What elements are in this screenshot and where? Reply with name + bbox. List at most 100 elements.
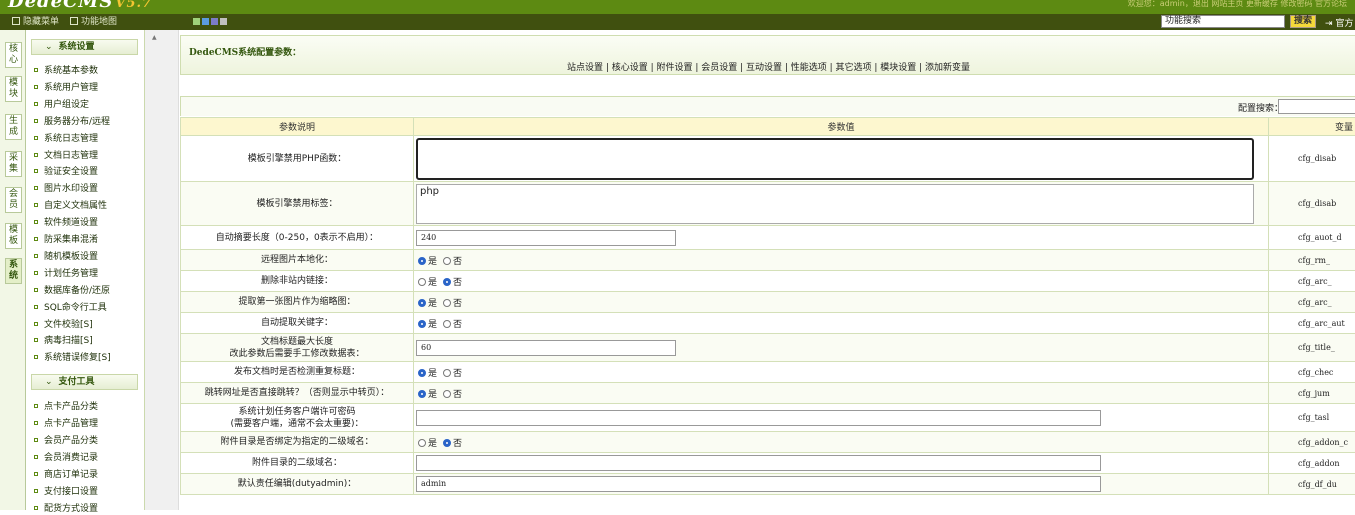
param-value: 是否 <box>414 271 1269 292</box>
bullet-icon <box>34 119 38 123</box>
sidebar-item[interactable]: 文档日志管理 <box>34 150 98 162</box>
sidebar-item[interactable]: 配货方式设置 <box>34 503 98 515</box>
sidebar-item[interactable]: 系统错误修复[S] <box>34 352 111 364</box>
param-label: 模板引擎禁用PHP函数： <box>181 136 414 182</box>
collapse-icon[interactable]: ▲ <box>152 34 157 41</box>
hide-menu-button[interactable]: 隐藏菜单 <box>12 16 59 28</box>
config-text-input[interactable]: admin <box>416 476 1101 492</box>
bullet-icon <box>34 338 38 342</box>
config-row: 模板引擎禁用PHP函数：cfg_disab <box>181 136 1355 182</box>
sidebar-item[interactable]: 文件校验[S] <box>34 319 93 331</box>
radio-yes[interactable] <box>418 390 426 398</box>
radio-no[interactable] <box>443 299 451 307</box>
sidebar-item[interactable]: 会员消费记录 <box>34 452 98 464</box>
param-variable: cfg_chec <box>1269 362 1355 383</box>
config-search-input[interactable] <box>1278 99 1355 114</box>
vtab-3[interactable]: 采集 <box>5 151 22 177</box>
bullet-icon <box>34 421 38 425</box>
radio-no[interactable] <box>443 278 451 286</box>
sidebar-item[interactable]: 防采集串混淆 <box>34 234 98 246</box>
sidebar-item[interactable]: 点卡产品管理 <box>34 418 98 430</box>
radio-yes[interactable] <box>418 257 426 265</box>
sidebar-item[interactable]: 系统基本参数 <box>34 65 98 77</box>
sidebar-splitter[interactable]: ▲ <box>145 30 179 510</box>
sidebar-item[interactable]: 点卡产品分类 <box>34 401 98 413</box>
sidebar-item[interactable]: 支付接口设置 <box>34 486 98 498</box>
param-variable: cfg_tasl <box>1269 404 1355 432</box>
config-tabs[interactable]: 站点设置 | 核心设置 | 附件设置 | 会员设置 | 互动设置 | 性能选项 … <box>181 60 1355 73</box>
dedecms-logo: DedeCMSV5.7 <box>8 0 152 12</box>
sidebar-group-0[interactable]: ⌄系统设置 <box>31 39 138 55</box>
radio-no[interactable] <box>443 390 451 398</box>
sidebar-item[interactable]: 图片水印设置 <box>34 183 98 195</box>
config-row: 文档标题最大长度改此参数后需要手工修改数据表：60cfg_title_ <box>181 334 1355 362</box>
sidebar-item[interactable]: 计划任务管理 <box>34 268 98 280</box>
radio-yes[interactable] <box>418 369 426 377</box>
config-row: 提取第一张图片作为缩略图：是否cfg_arc_ <box>181 292 1355 313</box>
radio-yes[interactable] <box>418 439 426 447</box>
radio-yes[interactable] <box>418 320 426 328</box>
color-swatch[interactable] <box>193 18 200 25</box>
chevron-down-icon: ⌄ <box>45 42 53 52</box>
param-variable: cfg_arc_aut <box>1269 313 1355 334</box>
param-label: 附件目录是否绑定为指定的二级域名： <box>181 432 414 453</box>
radio-yes[interactable] <box>418 299 426 307</box>
param-variable: cfg_title_ <box>1269 334 1355 362</box>
sidebar-item[interactable]: 服务器分布/远程 <box>34 116 110 128</box>
param-variable: cfg_df_du <box>1269 474 1355 495</box>
radio-no[interactable] <box>443 257 451 265</box>
radio-yes[interactable] <box>418 278 426 286</box>
sidebar-item[interactable]: 用户组设定 <box>34 99 89 111</box>
bullet-icon <box>34 220 38 224</box>
config-text-input[interactable]: 60 <box>416 340 676 356</box>
color-swatch[interactable] <box>202 18 209 25</box>
vtab-5[interactable]: 模板 <box>5 223 22 249</box>
sidebar-item[interactable]: 会员产品分类 <box>34 435 98 447</box>
config-textarea[interactable]: php <box>416 184 1254 224</box>
vtab-1[interactable]: 模块 <box>5 76 22 102</box>
sidebar-item[interactable]: 自定义文档属性 <box>34 200 107 212</box>
sidebar-item[interactable]: 商店订单记录 <box>34 469 98 481</box>
bullet-icon <box>34 68 38 72</box>
bullet-icon <box>34 322 38 326</box>
config-text-input[interactable]: 240 <box>416 230 676 246</box>
color-swatch[interactable] <box>220 18 227 25</box>
param-value: 是否 <box>414 432 1269 453</box>
sidebar-group-1[interactable]: ⌄支付工具 <box>31 374 138 390</box>
search-button[interactable]: 搜索 <box>1290 15 1316 28</box>
sidebar-item[interactable]: SQL命令行工具 <box>34 302 107 314</box>
top-links[interactable]: 欢迎您：admin，退出 网站主页 更新缓存 修改密码 官方论坛 <box>1128 0 1347 9</box>
sidebar-item[interactable]: 病毒扫描[S] <box>34 335 93 347</box>
config-text-input[interactable] <box>416 455 1101 471</box>
sidebar-item[interactable]: 验证安全设置 <box>34 166 98 178</box>
sidebar-item[interactable]: 数据库备份/还原 <box>34 285 110 297</box>
bullet-icon <box>34 203 38 207</box>
param-value: php <box>414 182 1269 226</box>
vtab-0[interactable]: 核心 <box>5 42 22 68</box>
radio-no[interactable] <box>443 439 451 447</box>
config-textarea[interactable] <box>416 138 1254 180</box>
radio-no[interactable] <box>443 369 451 377</box>
radio-no[interactable] <box>443 320 451 328</box>
param-label: 发布文档时是否检测重复标题： <box>181 362 414 383</box>
sidebar-item[interactable]: 系统用户管理 <box>34 82 98 94</box>
function-search-input[interactable]: 功能搜索 <box>1161 15 1285 28</box>
color-swatch[interactable] <box>211 18 218 25</box>
official-link[interactable]: ⇥ 官方 <box>1325 16 1353 29</box>
param-value: 是否 <box>414 313 1269 334</box>
config-text-input[interactable] <box>416 410 1101 426</box>
function-map-button[interactable]: 功能地图 <box>70 16 117 28</box>
param-label: 删除非站内链接： <box>181 271 414 292</box>
param-value: 是否 <box>414 250 1269 271</box>
vtab-2[interactable]: 生成 <box>5 114 22 140</box>
param-value: 是否 <box>414 292 1269 313</box>
sidebar-item[interactable]: 软件频道设置 <box>34 217 98 229</box>
vtab-4[interactable]: 会员 <box>5 187 22 213</box>
color-theme-switcher <box>193 18 229 28</box>
bullet-icon <box>34 237 38 241</box>
sidebar-item[interactable]: 随机模板设置 <box>34 251 98 263</box>
config-search-row: 配置搜索： <box>180 96 1355 116</box>
sidebar-item[interactable]: 系统日志管理 <box>34 133 98 145</box>
page-title: DedeCMS系统配置参数： <box>189 45 301 58</box>
vtab-6[interactable]: 系统 <box>5 258 22 284</box>
